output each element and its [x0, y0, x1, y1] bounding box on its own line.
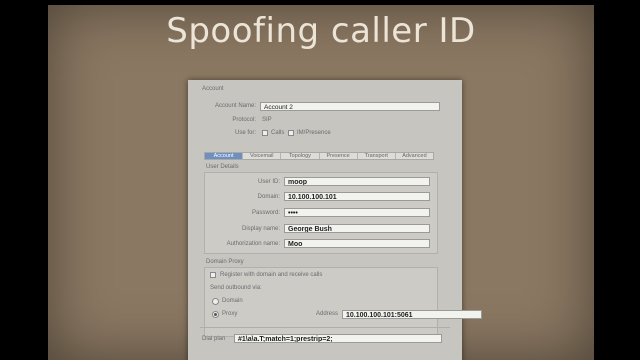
sip-account-dialog: Account Account Name: Account 2 Protocol…	[188, 80, 482, 360]
account-name-label: Account Name:	[214, 103, 256, 109]
display-name-field[interactable]: George Bush	[284, 224, 430, 233]
calls-checkbox-label: Calls	[271, 130, 285, 136]
user-details-header: User Details	[206, 164, 239, 170]
tab-account[interactable]: Account	[205, 153, 244, 159]
domain-proxy-header: Domain Proxy	[206, 259, 244, 265]
account-section-header: Account	[202, 86, 224, 92]
authorization-name-field[interactable]: Moo	[284, 239, 430, 248]
tab-voicemail[interactable]: Voicemail	[243, 153, 282, 159]
display-name-label: Display name:	[241, 226, 280, 232]
slide-title: Spoofing caller ID	[166, 11, 476, 51]
domain-field[interactable]: 10.100.100.101	[284, 192, 430, 201]
password-label: Password:	[251, 210, 280, 216]
register-checkbox[interactable]	[210, 272, 216, 278]
user-id-field[interactable]: moop	[284, 177, 430, 186]
tab-transport[interactable]: Transport	[358, 153, 396, 159]
proxy-address-label: Address	[316, 311, 339, 317]
dial-plan-field[interactable]: #1\a\a.T;match=1;prestrip=2;	[234, 334, 442, 343]
tab-topology[interactable]: Topology	[281, 153, 320, 159]
proxy-address-field[interactable]: 10.100.100.101:5061	[342, 310, 482, 319]
protocol-value: SIP	[262, 117, 272, 123]
account-tabs: Account Voicemail Topology Presence Tran…	[204, 152, 434, 160]
use-for-label: Use for:	[234, 130, 256, 136]
user-id-label: User ID:	[257, 179, 280, 185]
tab-advanced[interactable]: Advanced	[396, 153, 433, 159]
proxy-radio[interactable]	[212, 311, 219, 318]
im-presence-checkbox[interactable]	[288, 130, 294, 136]
domain-radio[interactable]	[212, 298, 219, 305]
account-name-field[interactable]: Account 2	[260, 102, 440, 111]
send-outbound-label: Send outbound via:	[210, 285, 262, 291]
calls-checkbox[interactable]	[262, 130, 268, 136]
im-presence-checkbox-label: IM/Presence	[297, 130, 331, 136]
dial-plan-divider	[200, 327, 450, 328]
dial-plan-label: Dial plan	[202, 336, 226, 342]
domain-radio-label: Domain	[222, 298, 243, 304]
tab-presence[interactable]: Presence	[320, 153, 358, 159]
proxy-radio-label: Proxy	[222, 311, 238, 317]
presentation-slide: Spoofing caller ID Account Account Name:…	[48, 5, 594, 360]
protocol-label: Protocol:	[232, 117, 256, 123]
authorization-name-label: Authorization name:	[226, 241, 280, 247]
video-frame: Spoofing caller ID Account Account Name:…	[0, 0, 640, 360]
password-field[interactable]: ••••	[284, 208, 430, 217]
domain-label: Domain:	[257, 194, 280, 200]
register-checkbox-label: Register with domain and receive calls	[220, 272, 323, 278]
